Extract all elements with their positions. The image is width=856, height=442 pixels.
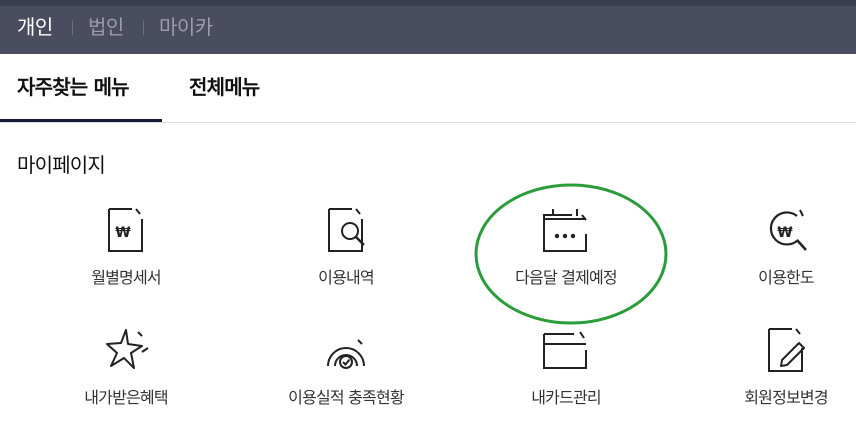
won-document-icon: ₩ — [108, 208, 143, 252]
menu-item-usage-limit[interactable]: ₩ 이용한도 — [682, 206, 856, 306]
menu-tabs: 자주찾는 메뉴 전체메뉴 — [0, 54, 856, 123]
segment-personal[interactable]: 개인 — [17, 13, 53, 41]
segment-divider — [72, 20, 73, 35]
svg-text:₩: ₩ — [777, 225, 793, 241]
menu-item-usage-history[interactable]: 이용내역 — [242, 206, 442, 306]
menu-item-next-month-payment[interactable]: 다음달 결제예정 — [462, 206, 662, 306]
menu-item-my-card-management[interactable]: 내카드관리 — [462, 326, 662, 426]
document-pen-icon — [768, 328, 805, 372]
menu-item-monthly-statement[interactable]: ₩ 월별명세서 — [22, 206, 222, 306]
menu-label: 내카드관리 — [531, 388, 601, 407]
svg-text:₩: ₩ — [115, 225, 131, 241]
customer-type-bar: 개인 법인 마이카 — [0, 0, 856, 54]
calendar-dots-icon — [543, 209, 587, 252]
menu-label: 월별명세서 — [91, 268, 161, 287]
segment-divider — [143, 20, 144, 35]
menu-label: 이용한도 — [758, 268, 814, 287]
segment-mycar[interactable]: 마이카 — [159, 13, 213, 41]
active-tab-underline — [0, 119, 162, 122]
gauge-check-icon — [327, 339, 365, 369]
menu-label: 이용내역 — [318, 268, 374, 287]
tab-frequent-menu[interactable]: 자주찾는 메뉴 — [17, 72, 130, 102]
top-strip — [0, 0, 856, 6]
menu-label: 다음달 결제예정 — [515, 268, 618, 287]
segment-corporate[interactable]: 법인 — [88, 13, 124, 41]
card-icon — [543, 331, 587, 369]
tab-all-menu[interactable]: 전체메뉴 — [189, 72, 260, 102]
document-search-icon — [328, 208, 365, 252]
menu-label: 내가받은혜택 — [84, 388, 168, 407]
won-search-icon: ₩ — [769, 209, 807, 251]
menu-label: 이용실적 충족현황 — [288, 388, 404, 407]
menu-item-performance-status[interactable]: 이용실적 충족현황 — [242, 326, 442, 426]
menu-label: 회원정보변경 — [744, 388, 828, 407]
menu-item-my-benefits[interactable]: 내가받은혜택 — [22, 326, 222, 426]
star-wand-icon — [106, 329, 149, 369]
section-title-mypage: 마이페이지 — [17, 153, 106, 177]
menu-item-member-info-change[interactable]: 회원정보변경 — [682, 326, 856, 426]
